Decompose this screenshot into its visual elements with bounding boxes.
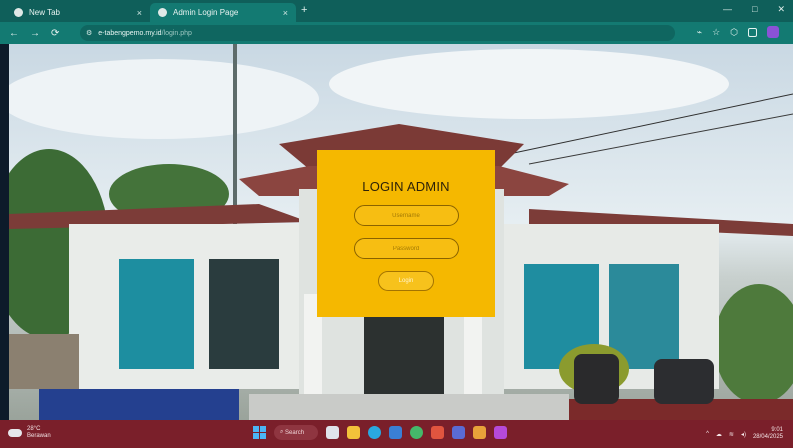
minimize-icon[interactable]: —	[723, 4, 732, 15]
fence	[9, 334, 79, 389]
clock[interactable]: 9:01 28/04/2025	[753, 427, 783, 441]
weather-temp: 28°C	[27, 426, 41, 432]
tab-new-tab[interactable]: New Tab ×	[6, 3, 150, 22]
windows-start-icon[interactable]	[253, 426, 266, 439]
taskbar-search[interactable]: ⌕ Search	[274, 425, 318, 440]
new-tab-favicon-icon	[14, 8, 23, 17]
photos-icon[interactable]	[431, 426, 444, 439]
close-tab-icon[interactable]: ×	[137, 8, 142, 18]
settings-icon[interactable]	[494, 426, 507, 439]
system-tray: ^ ☁ ≋ ◂) 9:01 28/04/2025	[706, 427, 783, 441]
url-path: /login.php	[161, 29, 192, 37]
floor	[249, 394, 569, 420]
login-title: LOGIN ADMIN	[362, 179, 450, 194]
new-tab-button[interactable]: +	[301, 4, 307, 16]
chevron-up-icon[interactable]: ^	[706, 431, 709, 437]
back-arrow-icon[interactable]: ←	[9, 28, 19, 39]
tree	[714, 284, 793, 404]
reload-icon[interactable]: ⟳	[51, 28, 59, 39]
tab-admin-login[interactable]: Admin Login Page ×	[150, 3, 296, 22]
scooter	[654, 359, 714, 404]
paint-icon[interactable]	[473, 426, 486, 439]
navigation-buttons: ← → ⟳	[0, 28, 59, 39]
page-viewport: LOGIN ADMIN Login	[9, 44, 793, 420]
weather-widget[interactable]: 28°C Berawan	[8, 426, 51, 440]
chrome-icon[interactable]	[410, 426, 423, 439]
edge-icon[interactable]	[368, 426, 381, 439]
scooter	[574, 354, 619, 404]
volume-icon[interactable]: ◂)	[741, 431, 746, 438]
taskbar-apps: ⌕ Search	[253, 425, 507, 440]
blue-wall	[39, 389, 239, 420]
address-bar[interactable]: ⚙ e-tabengpemo.my.id/login.php	[80, 25, 675, 41]
sidebar-icon[interactable]	[748, 27, 757, 37]
login-card: LOGIN ADMIN Login	[317, 150, 495, 317]
window	[209, 259, 279, 369]
cast-icon[interactable]: ⌁	[697, 27, 702, 38]
wifi-icon[interactable]: ≋	[729, 431, 734, 438]
taskbar: 28°C Berawan ⌕ Search ^ ☁ ≋ ◂) 9:01 28/0…	[0, 420, 793, 448]
browser-tab-bar: New Tab × Admin Login Page × + — □ ✕	[0, 0, 793, 22]
site-info-icon[interactable]: ⚙	[86, 29, 92, 37]
username-input[interactable]	[353, 205, 459, 226]
clock-time: 9:01	[771, 427, 783, 433]
login-button[interactable]: Login	[378, 271, 434, 291]
extensions-icon[interactable]: ⬡	[730, 27, 738, 38]
window	[119, 259, 194, 369]
cloud	[9, 59, 319, 139]
task-view-icon[interactable]	[326, 426, 339, 439]
search-label: Search	[285, 429, 305, 436]
tab-label: New Tab	[29, 8, 60, 17]
password-input[interactable]	[353, 238, 459, 259]
close-tab-icon[interactable]: ×	[283, 8, 288, 18]
browser-toolbar: ← → ⟳ ⚙ e-tabengpemo.my.id/login.php ⌁ ☆…	[0, 22, 793, 44]
store-icon[interactable]	[389, 426, 402, 439]
profile-icon[interactable]	[767, 26, 779, 38]
maximize-icon[interactable]: □	[752, 4, 757, 15]
file-explorer-icon[interactable]	[347, 426, 360, 439]
window-controls: — □ ✕	[723, 4, 785, 15]
clock-date: 28/04/2025	[752, 434, 783, 440]
door	[364, 314, 444, 394]
forward-arrow-icon[interactable]: →	[30, 28, 40, 39]
close-window-icon[interactable]: ✕	[777, 4, 785, 15]
teams-icon[interactable]	[452, 426, 465, 439]
url-host: e-tabengpemo.my.id	[98, 29, 162, 37]
site-favicon-icon	[158, 8, 167, 17]
cloud	[329, 49, 729, 119]
tab-label: Admin Login Page	[173, 8, 239, 17]
toolbar-icons: ⌁ ☆ ⬡	[697, 26, 779, 38]
star-icon[interactable]: ☆	[712, 27, 720, 38]
weather-desc: Berawan	[27, 433, 51, 439]
cloud-icon	[8, 429, 22, 437]
cloud-sync-icon[interactable]: ☁	[716, 431, 722, 438]
